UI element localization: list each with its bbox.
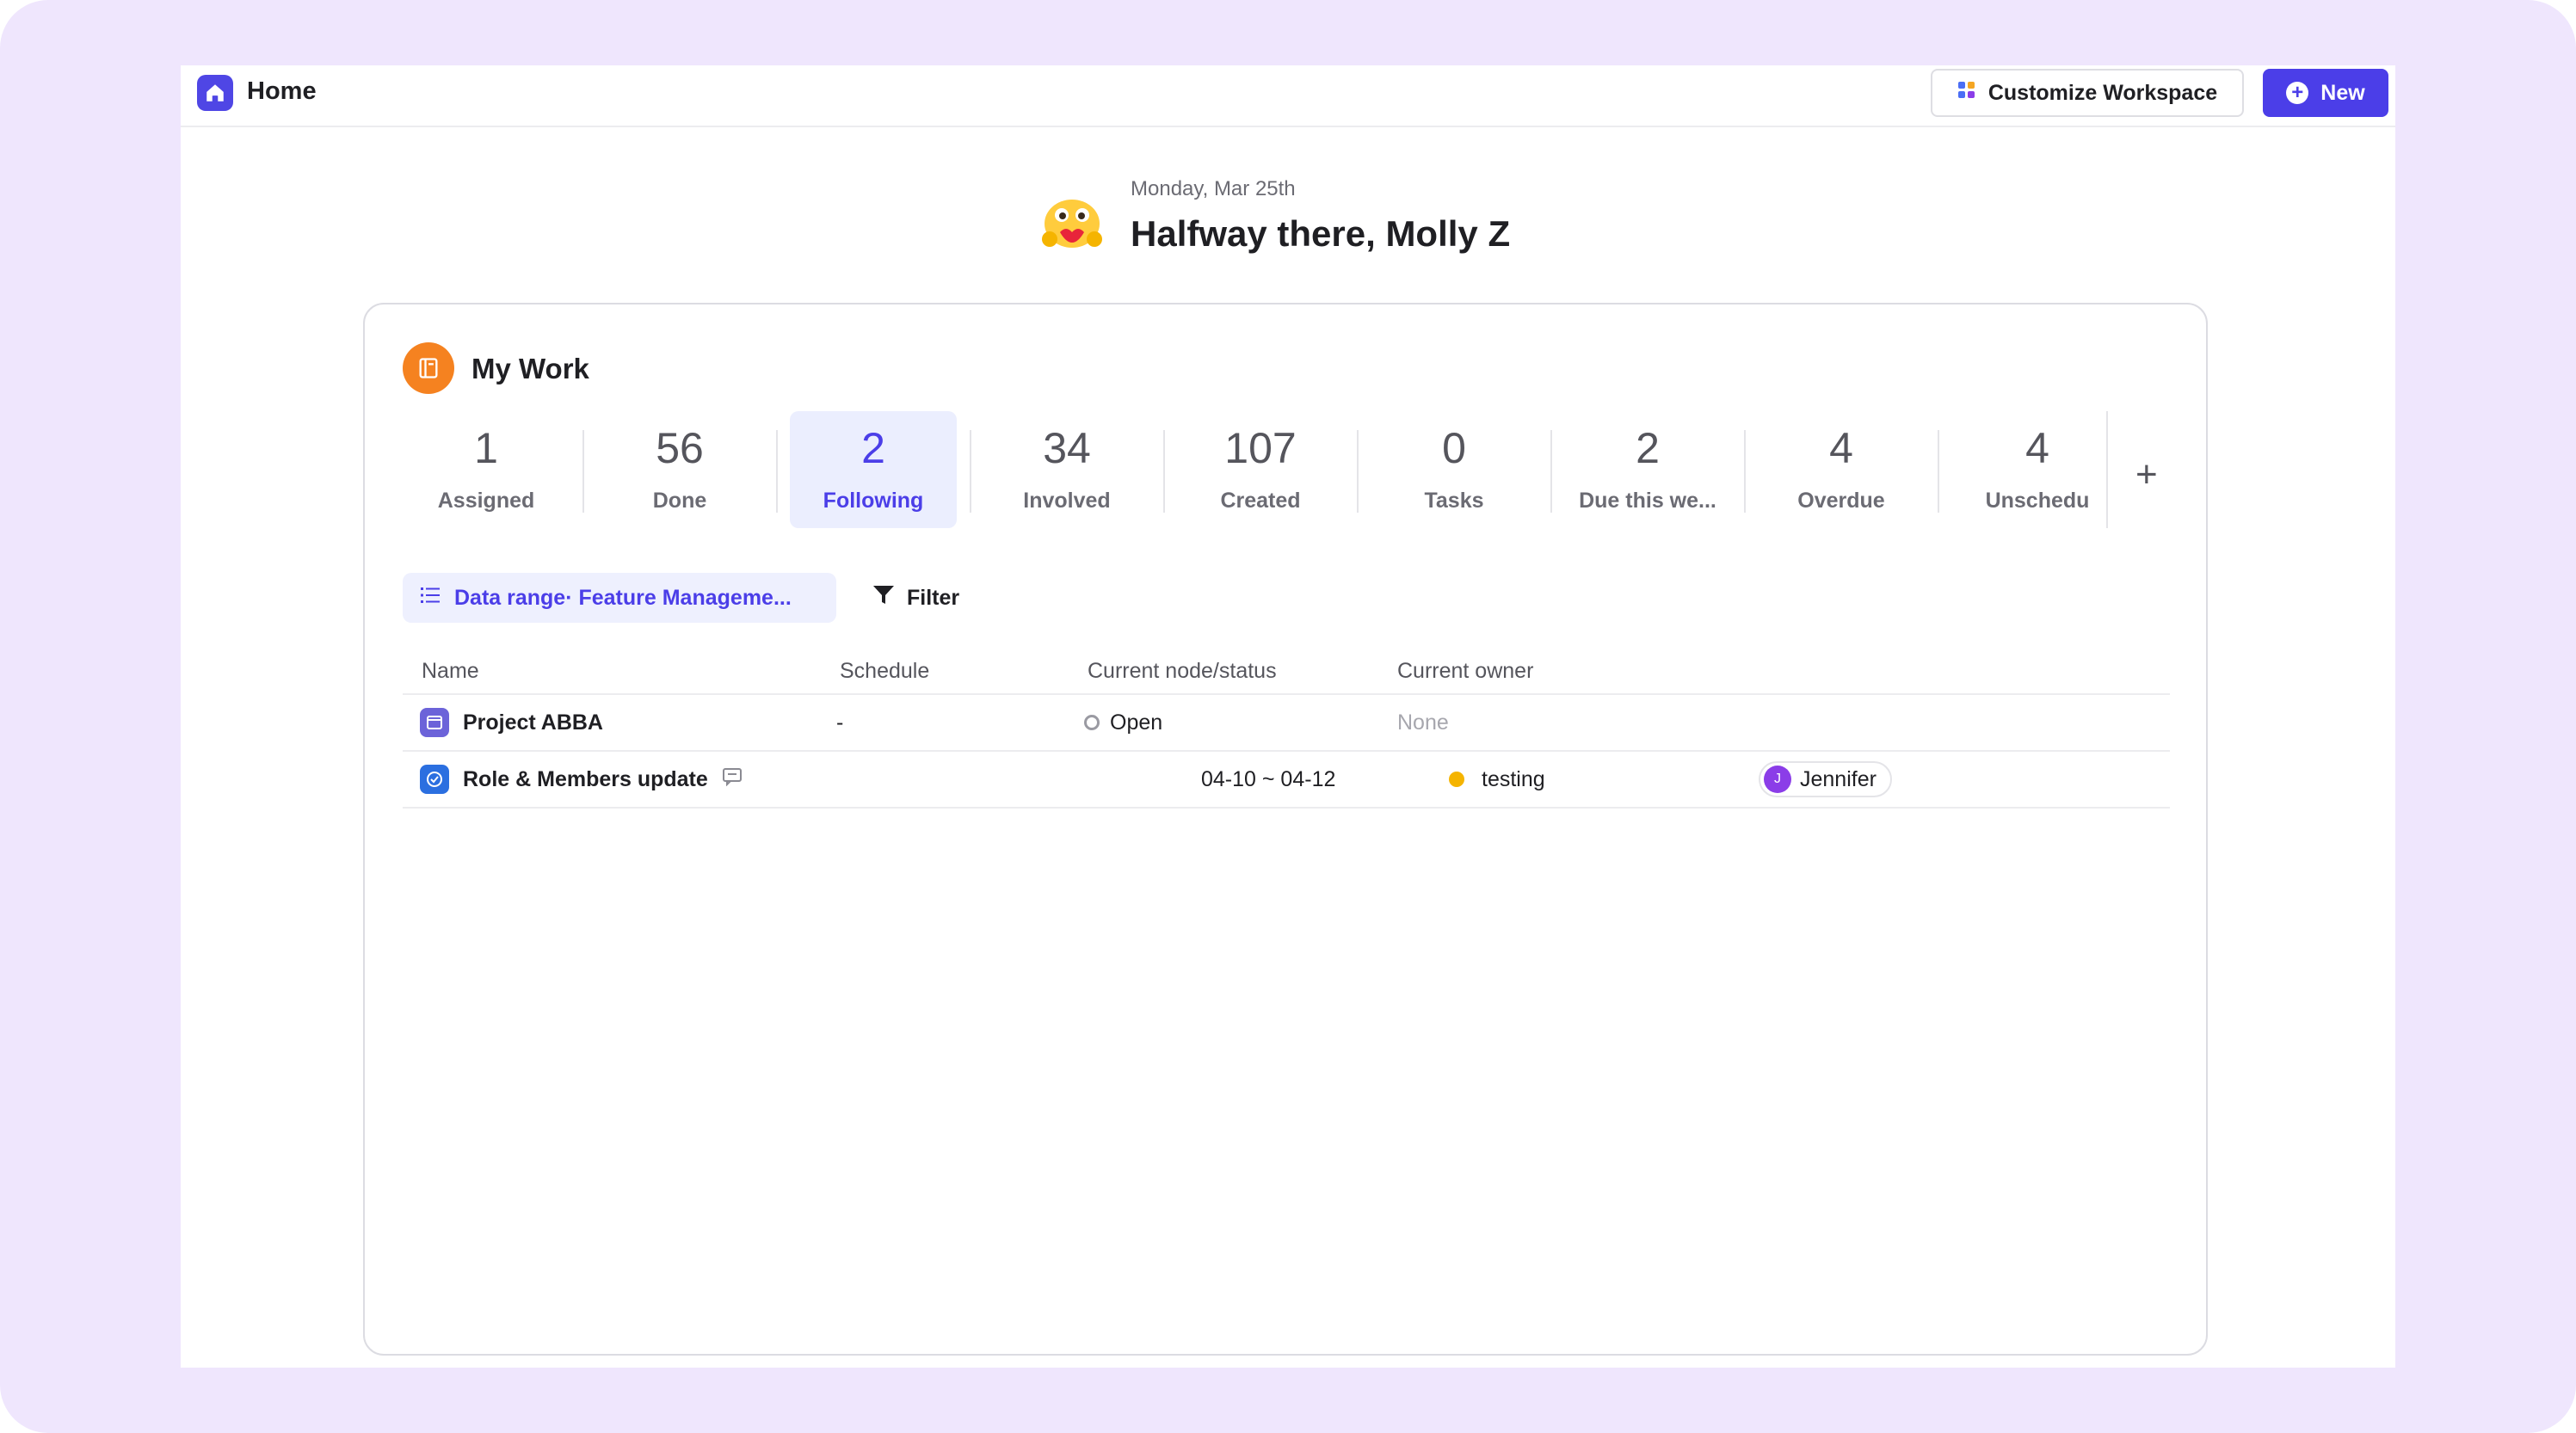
- stat-label: Overdue: [1797, 488, 1885, 513]
- row-owner: J Jennifer: [1759, 752, 1892, 807]
- data-range-chip[interactable]: Data range· Feature Manageme...: [403, 573, 836, 623]
- stat-label: Assigned: [437, 488, 535, 513]
- divider: [1938, 430, 1939, 513]
- owner-chip[interactable]: J Jennifer: [1759, 761, 1892, 797]
- filter-button[interactable]: Filter: [872, 573, 959, 623]
- my-work-icon: [403, 342, 454, 394]
- status-open-icon: [1084, 715, 1100, 730]
- my-work-card: My Work 1 Assigned 56 Done 2 Following 3…: [363, 303, 2208, 1356]
- row-schedule: 04-10 ~ 04-12: [1201, 766, 1336, 791]
- stat-value: 107: [1224, 423, 1297, 472]
- stat-label: Tasks: [1424, 488, 1484, 513]
- stat-value: 2: [1636, 423, 1660, 472]
- stat-due-this-week[interactable]: 2 Due this we...: [1564, 411, 1731, 528]
- stat-value: 56: [656, 423, 704, 472]
- page-title: Home: [247, 77, 317, 105]
- stat-overdue[interactable]: 4 Overdue: [1758, 411, 1925, 528]
- stat-unscheduled-clip: 4 Unschedu: [1948, 411, 2106, 528]
- stat-value: 4: [2025, 423, 2049, 472]
- project-icon: [420, 708, 449, 737]
- column-header-status: Current node/status: [1088, 659, 1277, 683]
- stat-value: 0: [1442, 423, 1466, 472]
- owner-name: Jennifer: [1800, 766, 1877, 791]
- column-header-owner: Current owner: [1397, 659, 1534, 683]
- stat-label: Created: [1220, 488, 1301, 513]
- table-row[interactable]: Project ABBA - Open None: [403, 695, 2170, 750]
- filter-icon: [872, 585, 895, 612]
- row-status-text: Open: [1110, 710, 1163, 735]
- stat-assigned[interactable]: 1 Assigned: [403, 411, 570, 528]
- comment-icon[interactable]: [722, 767, 743, 792]
- greeting-title: Halfway there, Molly Z: [1131, 213, 1511, 254]
- row-status: Open: [1084, 695, 1162, 750]
- task-check-icon: [420, 765, 449, 794]
- row-owner: None: [1397, 710, 1449, 735]
- stat-unscheduled[interactable]: 4 Unschedu: [1951, 411, 2106, 528]
- stat-value: 4: [1829, 423, 1853, 472]
- list-icon: [420, 586, 441, 611]
- status-testing-icon: [1449, 772, 1464, 787]
- column-header-schedule: Schedule: [840, 659, 930, 683]
- divider: [2106, 411, 2108, 528]
- greeting-date: Monday, Mar 25th: [1131, 177, 1296, 200]
- stat-value: 34: [1043, 423, 1091, 472]
- grid-icon: [1957, 81, 1976, 106]
- stat-label: Following: [823, 488, 924, 513]
- customize-workspace-label: Customize Workspace: [1987, 80, 2218, 105]
- divider: [776, 430, 778, 513]
- add-stat-button[interactable]: +: [2135, 456, 2158, 494]
- row-name-text[interactable]: Role & Members update: [463, 767, 708, 792]
- top-bar: Home Customize Workspace + New: [181, 65, 2395, 127]
- column-header-name: Name: [422, 659, 479, 683]
- home-icon[interactable]: [197, 75, 233, 111]
- row-status-text: testing: [1482, 766, 1545, 791]
- avatar: J: [1764, 766, 1791, 793]
- divider: [1744, 430, 1746, 513]
- data-range-label: Data range· Feature Manageme...: [454, 585, 792, 610]
- plus-circle-icon: +: [2286, 82, 2309, 104]
- my-work-title: My Work: [471, 353, 589, 384]
- divider: [582, 430, 584, 513]
- stat-done[interactable]: 56 Done: [596, 411, 763, 528]
- stat-label: Due this we...: [1579, 488, 1716, 513]
- stat-label: Done: [652, 488, 707, 513]
- divider: [403, 807, 2170, 809]
- stats-bar: 1 Assigned 56 Done 2 Following 34 Involv…: [403, 411, 2158, 528]
- stat-label: Involved: [1023, 488, 1111, 513]
- row-status: testing: [1449, 752, 1545, 807]
- divider: [1163, 430, 1165, 513]
- row-name: Role & Members update: [420, 752, 743, 807]
- row-name-text[interactable]: Project ABBA: [463, 710, 603, 735]
- stat-created[interactable]: 107 Created: [1177, 411, 1344, 528]
- stat-value: 2: [861, 423, 885, 472]
- divider: [1550, 430, 1552, 513]
- new-button-label: New: [2320, 80, 2365, 105]
- divider: [1357, 430, 1359, 513]
- stat-label: Unschedu: [1985, 488, 2090, 513]
- hugging-face-emoji-icon: [1042, 200, 1102, 248]
- divider: [970, 430, 971, 513]
- stat-value: 1: [474, 423, 498, 472]
- stat-involved[interactable]: 34 Involved: [983, 411, 1150, 528]
- row-schedule: -: [836, 710, 844, 735]
- row-name: Project ABBA: [420, 695, 603, 750]
- stat-tasks[interactable]: 0 Tasks: [1371, 411, 1538, 528]
- filter-label: Filter: [907, 585, 960, 610]
- stat-following[interactable]: 2 Following: [790, 411, 957, 528]
- table-row[interactable]: Role & Members update 04-10 ~ 04-12 test…: [403, 752, 2170, 807]
- new-button[interactable]: + New: [2263, 69, 2388, 117]
- app-frame: Home Customize Workspace + New Monday, M…: [0, 0, 2576, 1433]
- customize-workspace-button[interactable]: Customize Workspace: [1931, 69, 2244, 117]
- home-page: Home Customize Workspace + New Monday, M…: [181, 65, 2395, 1368]
